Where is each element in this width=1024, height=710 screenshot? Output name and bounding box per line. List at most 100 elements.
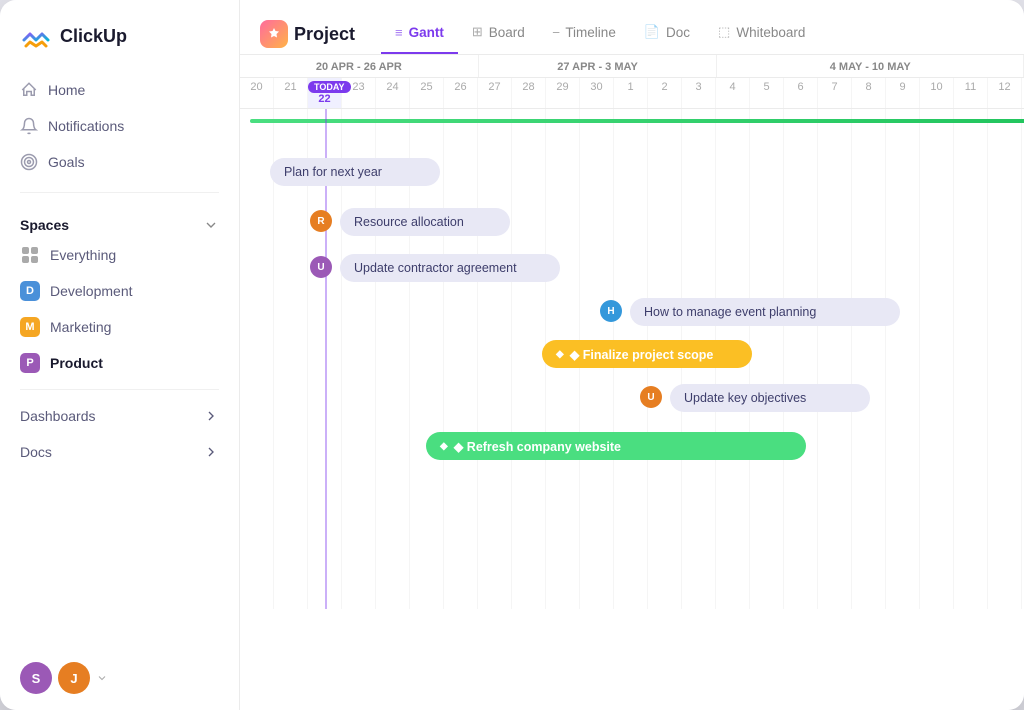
nav-notifications-label: Notifications	[48, 118, 124, 134]
tabs: ≡ Gantt ⊞ Board ⎯ Timeline 📄 Doc ⬚ Wh	[381, 14, 819, 54]
task-row-task1[interactable]: Plan for next year	[240, 149, 1024, 195]
day-20: 20	[240, 78, 274, 108]
docs-label: Docs	[20, 444, 52, 460]
nav-home[interactable]: Home	[0, 72, 239, 108]
day-24: 24	[376, 78, 410, 108]
gantt-body: Plan for next yearRResource allocationUU…	[240, 109, 1024, 710]
tab-gantt[interactable]: ≡ Gantt	[381, 14, 458, 54]
sidebar-item-dashboards[interactable]: Dashboards	[0, 398, 239, 434]
logo[interactable]: ClickUp	[0, 0, 239, 68]
task-bar-task3[interactable]: Update contractor agreement	[340, 254, 560, 282]
milestone-line	[250, 119, 1024, 123]
app-name: ClickUp	[60, 26, 127, 47]
day-2: 2	[648, 78, 682, 108]
day-10: 10	[920, 78, 954, 108]
main-content: Project ≡ Gantt ⊞ Board ⎯ Timeline 📄 Doc	[240, 0, 1024, 710]
sidebar-item-everything[interactable]: Everything	[0, 237, 239, 273]
development-label: Development	[50, 283, 133, 299]
chevron-right-docs-icon	[203, 444, 219, 460]
task-row-task5[interactable]: ◆ Finalize project scope	[240, 331, 1024, 377]
sidebar-footer: S J	[0, 646, 239, 710]
marketing-label: Marketing	[50, 319, 111, 335]
day-30: 30	[580, 78, 614, 108]
whiteboard-icon: ⬚	[718, 24, 730, 40]
tab-whiteboard-label: Whiteboard	[736, 25, 805, 40]
tab-board[interactable]: ⊞ Board	[458, 14, 539, 54]
day-23: 23	[342, 78, 376, 108]
task-row-task4[interactable]: HHow to manage event planning	[240, 289, 1024, 335]
day-9: 9	[886, 78, 920, 108]
sidebar: ClickUp Home Notifications Goals Spaces	[0, 0, 240, 710]
gantt-content: Plan for next yearRResource allocationUU…	[240, 109, 1024, 609]
divider-2	[20, 389, 219, 390]
sidebar-item-docs[interactable]: Docs	[0, 434, 239, 470]
day-29: 29	[546, 78, 580, 108]
project-icon	[260, 20, 288, 48]
task-row-task2[interactable]: RResource allocation	[240, 199, 1024, 245]
header: Project ≡ Gantt ⊞ Board ⎯ Timeline 📄 Doc	[240, 0, 1024, 55]
task-bar-task2[interactable]: Resource allocation	[340, 208, 510, 236]
days-row: 2021TODAY2223242526272829301234567891011…	[240, 78, 1024, 109]
task-row-task3[interactable]: UUpdate contractor agreement	[240, 245, 1024, 291]
project-title: Project	[294, 24, 355, 45]
task-avatar-task4: H	[600, 300, 624, 324]
board-icon: ⊞	[472, 24, 483, 40]
dashboards-label: Dashboards	[20, 408, 96, 424]
task-bar-task7[interactable]: ◆ Refresh company website	[426, 432, 806, 460]
task-bar-task4[interactable]: How to manage event planning	[630, 298, 900, 326]
nav-notifications[interactable]: Notifications	[0, 108, 239, 144]
tab-doc[interactable]: 📄 Doc	[630, 14, 704, 54]
marketing-dot: M	[20, 317, 40, 337]
sidebar-item-product[interactable]: P Product	[0, 345, 239, 381]
spaces-header[interactable]: Spaces	[20, 217, 219, 233]
chevron-down-icon	[203, 217, 219, 233]
clickup-logo-icon	[20, 20, 52, 52]
tab-board-label: Board	[489, 25, 525, 40]
period-1: 20 APR - 26 APR	[240, 55, 479, 77]
bell-icon	[20, 117, 38, 135]
day-7: 7	[818, 78, 852, 108]
spaces-label: Spaces	[20, 217, 69, 233]
sidebar-item-development[interactable]: D Development	[0, 273, 239, 309]
period-2: 27 APR - 3 MAY	[479, 55, 718, 77]
target-icon	[20, 153, 38, 171]
day-21: 21	[274, 78, 308, 108]
timeline-icon: ⎯	[553, 24, 560, 40]
avatar-user2[interactable]: J	[58, 662, 90, 694]
task-avatar-task6: U	[640, 386, 664, 410]
day-5: 5	[750, 78, 784, 108]
everything-icon	[20, 245, 40, 265]
task-row-task7[interactable]: ◆ Refresh company website	[240, 423, 1024, 469]
nav-goals-label: Goals	[48, 154, 85, 170]
day-8: 8	[852, 78, 886, 108]
gantt-area: 20 APR - 26 APR 27 APR - 3 MAY 4 MAY - 1…	[240, 55, 1024, 710]
day-4: 4	[716, 78, 750, 108]
day-22: TODAY22	[308, 78, 342, 108]
main-nav: Home Notifications Goals	[0, 68, 239, 184]
product-dot: P	[20, 353, 40, 373]
task-bar-task6[interactable]: Update key objectives	[670, 384, 870, 412]
task-row-task6[interactable]: UUpdate key objectives	[240, 375, 1024, 421]
period-3: 4 MAY - 10 MAY	[717, 55, 1024, 77]
day-3: 3	[682, 78, 716, 108]
task-bar-task5[interactable]: ◆ Finalize project scope	[542, 340, 752, 368]
day-28: 28	[512, 78, 546, 108]
avatar-user1[interactable]: S	[20, 662, 52, 694]
nav-home-label: Home	[48, 82, 85, 98]
home-icon	[20, 81, 38, 99]
nav-goals[interactable]: Goals	[0, 144, 239, 180]
tab-timeline-label: Timeline	[565, 25, 616, 40]
tab-timeline[interactable]: ⎯ Timeline	[539, 14, 630, 54]
everything-label: Everything	[50, 247, 116, 263]
day-11: 11	[954, 78, 988, 108]
day-6: 6	[784, 78, 818, 108]
development-dot: D	[20, 281, 40, 301]
period-header-row: 20 APR - 26 APR 27 APR - 3 MAY 4 MAY - 1…	[240, 55, 1024, 78]
tab-whiteboard[interactable]: ⬚ Whiteboard	[704, 14, 819, 54]
product-label: Product	[50, 355, 103, 371]
doc-icon: 📄	[644, 24, 660, 40]
task-avatar-task2: R	[310, 210, 334, 234]
day-1: 1	[614, 78, 648, 108]
task-bar-task1[interactable]: Plan for next year	[270, 158, 440, 186]
sidebar-item-marketing[interactable]: M Marketing	[0, 309, 239, 345]
